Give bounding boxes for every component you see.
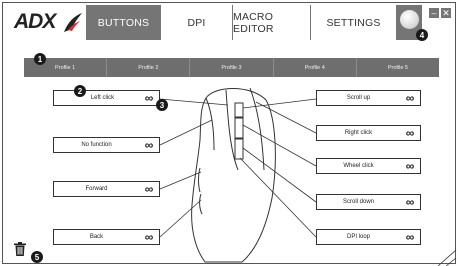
- assign-right-click[interactable]: Right click ∞: [316, 125, 421, 141]
- assign-scroll-up[interactable]: Scroll up ∞: [316, 90, 421, 106]
- leader-scroll-down: [242, 147, 317, 203]
- resize-grip-1: [437, 249, 457, 266]
- leader-dpi-loop: [239, 157, 317, 238]
- scroll-wheel-bottom: [234, 138, 244, 160]
- infinity-icon[interactable]: ∞: [139, 182, 159, 196]
- callout-badge-1: 1: [34, 53, 46, 65]
- assign-scroll-down[interactable]: Scroll down ∞: [316, 194, 421, 210]
- assign-label: DPI loop: [346, 234, 370, 240]
- assign-label: No function: [81, 142, 112, 148]
- leader-wheel-click: [242, 124, 317, 167]
- infinity-icon[interactable]: ∞: [400, 126, 420, 140]
- infinity-icon[interactable]: ∞: [400, 91, 420, 105]
- assign-label: Back: [89, 234, 104, 240]
- mouse-right-edge: [249, 87, 265, 171]
- mouse-side-edge: [205, 97, 215, 151]
- assign-label: Scroll down: [342, 199, 374, 205]
- leader-back: [159, 199, 202, 238]
- assign-left-click[interactable]: Left click ∞: [53, 90, 160, 106]
- callout-badge-5: 5: [31, 251, 43, 263]
- assign-label: Right click: [344, 130, 373, 136]
- infinity-icon[interactable]: ∞: [400, 195, 420, 209]
- resize-grip-2: [445, 257, 457, 266]
- scroll-wheel-top: [234, 102, 244, 118]
- assign-label: Left click: [90, 95, 115, 101]
- mouse-left-button-seam: [225, 89, 239, 171]
- mouse-outline: [191, 88, 276, 263]
- infinity-icon[interactable]: ∞: [400, 159, 420, 173]
- leader-no-function: [159, 119, 213, 146]
- infinity-icon[interactable]: ∞: [139, 230, 159, 244]
- infinity-icon[interactable]: ∞: [139, 138, 159, 152]
- assign-forward[interactable]: Forward ∞: [53, 181, 160, 197]
- callout-badge-3: 3: [156, 99, 168, 111]
- leader-left-click: [159, 98, 229, 106]
- scroll-wheel: [234, 117, 244, 139]
- assign-dpi-loop[interactable]: DPI loop ∞: [316, 229, 421, 245]
- side-button-back: [199, 193, 203, 215]
- assign-label: Forward: [85, 186, 108, 192]
- callout-badge-4: 4: [416, 29, 428, 41]
- side-button-forward: [198, 167, 201, 193]
- assign-wheel-click[interactable]: Wheel click ∞: [316, 158, 421, 174]
- callout-badge-2: 2: [74, 85, 86, 97]
- assign-back[interactable]: Back ∞: [53, 229, 160, 245]
- assign-label: Wheel click: [343, 163, 374, 169]
- leader-right-click: [255, 101, 317, 134]
- infinity-icon[interactable]: ∞: [400, 230, 420, 244]
- assign-no-function[interactable]: No function ∞: [53, 137, 160, 153]
- assign-label: Scroll up: [346, 95, 371, 101]
